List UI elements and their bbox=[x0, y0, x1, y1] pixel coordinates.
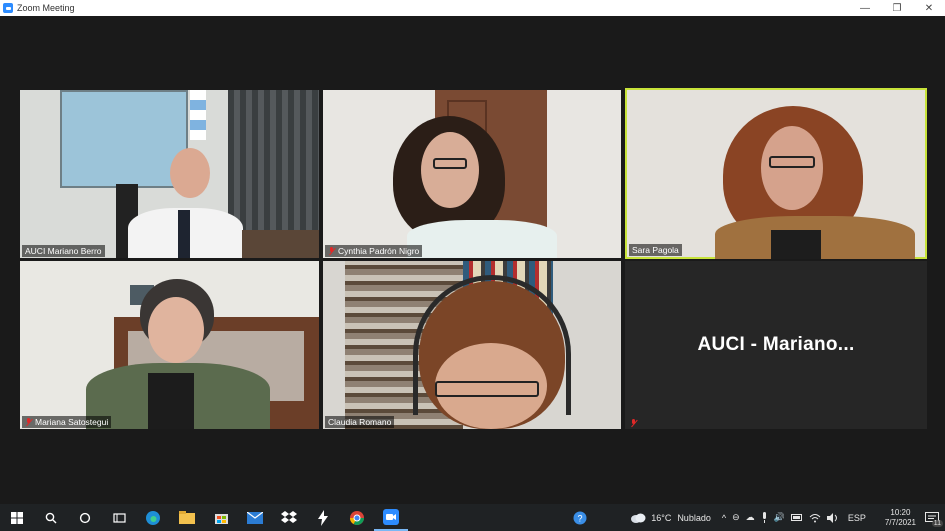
glasses bbox=[769, 156, 815, 168]
person-head bbox=[761, 126, 823, 210]
participant-name-label: Sara Pagola bbox=[629, 244, 682, 256]
minimize-button[interactable]: — bbox=[849, 0, 881, 16]
video-gallery: AUCI Mariano Berro Cynthia Padrón Nigro … bbox=[0, 16, 945, 504]
restore-button[interactable]: ❐ bbox=[881, 0, 913, 16]
windows-start-icon[interactable] bbox=[0, 504, 34, 531]
participant-name-label: AUCI Mariano Berro bbox=[22, 245, 105, 257]
notification-count: 11 bbox=[931, 519, 943, 527]
help-icon[interactable]: ? bbox=[573, 511, 587, 525]
window-titlebar: Zoom Meeting — ❐ ✕ bbox=[0, 0, 945, 16]
chevron-up-icon[interactable]: ^ bbox=[722, 513, 726, 523]
wifi-icon[interactable] bbox=[809, 513, 821, 523]
battery-icon[interactable] bbox=[790, 514, 803, 521]
shirt bbox=[148, 373, 194, 429]
mic-muted-icon bbox=[328, 247, 335, 255]
weather-condition: Nublado bbox=[677, 512, 711, 523]
app-lightning-icon[interactable] bbox=[306, 504, 340, 531]
mic-muted-icon bbox=[630, 419, 637, 427]
person-head bbox=[170, 148, 210, 198]
tie bbox=[178, 210, 190, 258]
zoom-app-icon bbox=[3, 3, 13, 13]
dropbox-icon[interactable] bbox=[272, 504, 306, 531]
speaker-icon[interactable] bbox=[826, 512, 839, 523]
mail-icon[interactable] bbox=[238, 504, 272, 531]
system-tray: ? 16°C Nublado ^ ⊖ ☁ 🔊 ESP 10:20 7/7/202… bbox=[570, 504, 945, 531]
onedrive-icon[interactable]: ☁ bbox=[746, 512, 755, 523]
svg-text:?: ? bbox=[578, 513, 583, 523]
participant-display-name: AUCI - Mariano... bbox=[697, 334, 855, 355]
weather-widget[interactable]: 16°C Nublado bbox=[630, 513, 711, 523]
flag bbox=[190, 90, 206, 140]
notification-center-icon[interactable]: 11 bbox=[925, 511, 943, 527]
participant-name-label: Cynthia Padrón Nigro bbox=[325, 245, 423, 257]
weather-temp: 16°C bbox=[651, 512, 672, 523]
meet-now-icon[interactable]: ⊖ bbox=[732, 512, 740, 523]
cloud-icon bbox=[631, 513, 646, 523]
window-controls: — ❐ ✕ bbox=[849, 0, 945, 16]
world-map bbox=[60, 90, 188, 188]
file-explorer-icon[interactable] bbox=[170, 504, 204, 531]
video-tile[interactable]: AUCI Mariano Berro bbox=[20, 90, 319, 258]
shirt bbox=[771, 230, 821, 259]
video-tile[interactable]: Cynthia Padrón Nigro bbox=[323, 90, 621, 258]
chrome-icon[interactable] bbox=[340, 504, 374, 531]
volume-icon[interactable]: 🔊 bbox=[774, 512, 785, 523]
clock[interactable]: 10:20 7/7/2021 bbox=[885, 508, 916, 528]
zoom-icon[interactable] bbox=[374, 504, 408, 531]
video-tile[interactable]: Claudia Romano bbox=[323, 261, 621, 429]
clock-time: 10:20 bbox=[890, 507, 911, 517]
person-head bbox=[421, 132, 479, 208]
video-tile-active-speaker[interactable]: Sara Pagola bbox=[625, 88, 927, 259]
participant-name-label: Mariana Satostegui bbox=[22, 416, 112, 428]
windows-taskbar: ? 16°C Nublado ^ ⊖ ☁ 🔊 ESP 10:20 7/7/202… bbox=[0, 504, 945, 531]
clock-date: 7/7/2021 bbox=[884, 517, 916, 527]
task-view-icon[interactable] bbox=[102, 504, 136, 531]
person-head bbox=[148, 297, 204, 363]
cortana-icon[interactable] bbox=[68, 504, 102, 531]
microphone-icon[interactable] bbox=[761, 512, 768, 523]
participant-name-label: Claudia Romano bbox=[325, 416, 395, 428]
video-tile[interactable]: Mariana Satostegui bbox=[20, 261, 319, 429]
store-icon[interactable] bbox=[204, 504, 238, 531]
close-button[interactable]: ✕ bbox=[913, 0, 945, 16]
person-body bbox=[407, 220, 557, 258]
mic-muted-icon bbox=[25, 418, 32, 426]
video-tile-camera-off[interactable]: AUCI - Mariano... bbox=[625, 261, 927, 429]
glasses bbox=[433, 158, 467, 169]
window-title: Zoom Meeting bbox=[17, 3, 75, 13]
search-icon[interactable] bbox=[34, 504, 68, 531]
language-indicator[interactable]: ESP bbox=[848, 513, 866, 523]
edge-browser-icon[interactable] bbox=[136, 504, 170, 531]
participant-mute-indicator bbox=[627, 418, 640, 428]
desk bbox=[242, 230, 319, 258]
